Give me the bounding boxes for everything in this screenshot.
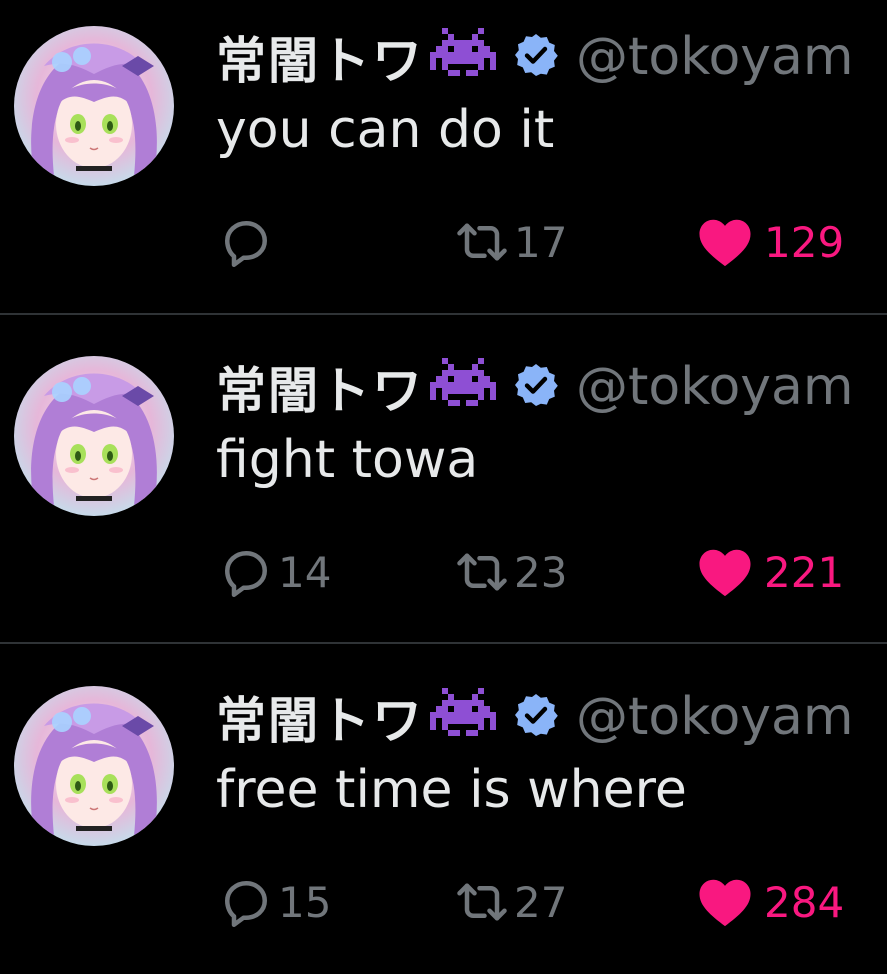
retweet-arrows-icon [457,883,507,921]
speech-bubble-icon [225,551,267,597]
tweet-header: 常闇トワ @tokoyam [216,682,854,752]
reply-button[interactable]: 14 [216,542,331,602]
tweet-header: 常闇トワ @tokoyam [216,22,854,92]
tweet-divider [0,642,887,644]
retweet-count: 23 [514,547,568,597]
avatar-image [14,356,174,516]
tweet-text: fight towa [216,430,479,490]
display-name[interactable]: 常闇トワ [216,681,424,753]
retweet-button[interactable]: 27 [452,872,567,932]
heart-icon [699,219,751,267]
retweet-count: 17 [514,217,568,267]
space-invader-icon [430,28,496,86]
reply-count: 14 [278,547,332,597]
avatar-image [14,686,174,846]
tweet-actions: 17 129 [216,212,876,272]
avatar[interactable] [14,686,174,846]
tweet-divider [0,313,887,315]
tweet[interactable]: 常闇トワ [0,660,887,974]
retweet-arrows-icon [457,223,507,261]
tweet[interactable]: 常闇トワ [0,0,887,314]
tweet-text: free time is where [216,760,687,820]
tweet-header: 常闇トワ @tokoyam [216,352,854,422]
tweet-actions: 15 27 284 [216,872,876,932]
tweet-feed: 常闇トワ @tokoyam you can do it 17 129 常闇トワ … [0,0,887,942]
like-count: 129 [764,217,845,267]
display-name[interactable]: 常闇トワ [216,351,424,423]
retweet-arrows-icon [457,553,507,591]
like-count: 221 [764,547,845,597]
avatar-image [14,26,174,186]
verified-badge-icon [512,31,560,83]
handle[interactable]: @tokoyam [576,687,854,747]
reply-button[interactable]: 15 [216,872,331,932]
like-button[interactable]: 284 [696,872,844,932]
avatar[interactable] [14,26,174,186]
like-count: 284 [764,877,845,927]
retweet-count: 27 [514,877,568,927]
verified-badge-icon [512,361,560,413]
handle[interactable]: @tokoyam [576,357,854,417]
display-name[interactable]: 常闇トワ [216,21,424,93]
reply-count: 15 [278,877,332,927]
speech-bubble-icon [225,221,267,267]
space-invader-icon [430,688,496,746]
space-invader-icon [430,358,496,416]
tweet[interactable]: 常闇トワ [0,330,887,644]
handle[interactable]: @tokoyam [576,27,854,87]
retweet-button[interactable]: 23 [452,542,567,602]
retweet-button[interactable]: 17 [452,212,567,272]
heart-icon [699,879,751,927]
heart-icon [699,549,751,597]
like-button[interactable]: 221 [696,542,844,602]
like-button[interactable]: 129 [696,212,844,272]
speech-bubble-icon [225,881,267,927]
tweet-text: you can do it [216,100,555,160]
avatar[interactable] [14,356,174,516]
reply-button[interactable] [216,212,278,272]
tweet-actions: 14 23 221 [216,542,876,602]
verified-badge-icon [512,691,560,743]
